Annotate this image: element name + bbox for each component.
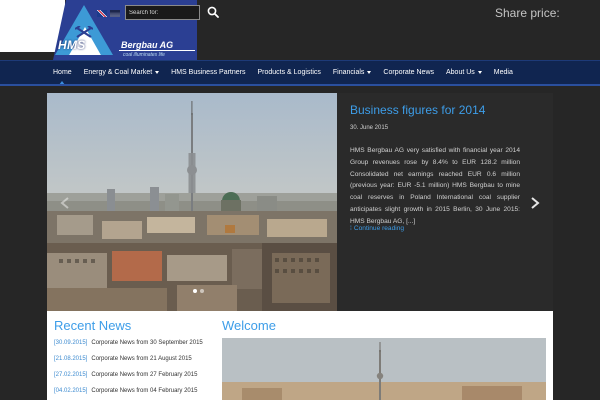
slider-next-arrow-icon[interactable] (531, 197, 540, 209)
chevron-down-icon (477, 71, 482, 74)
news-date: [21.08.2015] (54, 356, 88, 362)
nav-item-label: Media (493, 69, 513, 76)
nav-item-label: Home (53, 69, 72, 76)
nav-item-label: About Us (446, 69, 475, 76)
news-list-item[interactable]: [27.02.2015] Corporate News from 27 Febru… (54, 372, 203, 388)
chevron-down-icon (155, 71, 160, 74)
nav-item-home[interactable]: Home (47, 61, 78, 85)
share-price-label: Share price: (495, 6, 560, 20)
recent-news-heading: Recent News (54, 318, 132, 333)
continue-reading-link[interactable]: ⁞ Continue reading (350, 225, 404, 232)
continue-reading-label: Continue reading (353, 225, 405, 232)
nav-item-label: Products & Logistics (257, 69, 321, 76)
welcome-heading: Welcome (222, 318, 276, 333)
nav-item-label: Corporate News (383, 69, 434, 76)
nav-underline (0, 84, 600, 86)
news-date: [27.02.2015] (54, 372, 88, 378)
hammer-pick-icon (75, 26, 93, 38)
slide-date: 30. June 2015 (350, 125, 389, 131)
news-headline: Corporate News from 30 September 2015 (91, 340, 203, 346)
news-headline: Corporate News from 27 February 2015 (91, 372, 198, 378)
search-input[interactable] (125, 5, 200, 20)
logo-tagline: coal illuminates life (123, 52, 165, 58)
content-section: Recent News [30.09.2015] Corporate News f… (47, 311, 553, 400)
nav-item-hms-business-partners[interactable]: HMS Business Partners (165, 61, 251, 84)
nav-menu: Home Energy & Coal Market HMS Business Par… (47, 61, 519, 85)
news-headline: Corporate News from 04 February 2015 (91, 388, 198, 394)
site-header: HMS Bergbau AG coal illuminates life Sha… (0, 0, 600, 60)
slide-title[interactable]: Business figures for 2014 (350, 103, 485, 117)
news-list-item[interactable]: [04.02.2015] Corporate News from 04 Febru… (54, 388, 203, 400)
news-headline: Corporate News from 21 August 2015 (91, 356, 192, 362)
logo-divider (119, 50, 195, 51)
chevron-down-icon (367, 71, 372, 74)
slide-excerpt: HMS Bergbau AG very satisfied with finan… (350, 147, 520, 225)
english-flag-icon[interactable] (97, 10, 107, 17)
slider-dot[interactable] (200, 289, 204, 293)
slide-photo (47, 93, 337, 311)
search-icon[interactable] (207, 6, 219, 18)
slider-dot[interactable] (193, 289, 197, 293)
news-date: [04.02.2015] (54, 388, 88, 394)
nav-item-about-us[interactable]: About Us (440, 61, 488, 84)
link-marker-icon: ⁞ (350, 225, 352, 232)
nav-item-media[interactable]: Media (488, 61, 519, 84)
nav-item-corporate-news[interactable]: Corporate News (377, 61, 440, 84)
slider-prev-arrow-icon[interactable] (60, 197, 69, 209)
recent-news-list: [30.09.2015] Corporate News from 30 Septe… (54, 340, 203, 400)
nav-item-financials[interactable]: Financials (327, 61, 378, 84)
nav-item-energy-coal-market[interactable]: Energy & Coal Market (78, 61, 165, 84)
news-list-item[interactable]: [30.09.2015] Corporate News from 30 Septe… (54, 340, 203, 356)
nav-item-label: Financials (332, 69, 365, 76)
news-list-item[interactable]: [21.08.2015] Corporate News from 21 Augus… (54, 356, 203, 372)
welcome-image (222, 338, 546, 400)
berlin-skyline-image (47, 93, 337, 311)
nav-item-label: Energy & Coal Market (83, 69, 153, 76)
nav-item-products-logistics[interactable]: Products & Logistics (251, 61, 326, 84)
slider-pagination (193, 289, 204, 293)
company-name: Bergbau AG (121, 40, 174, 50)
nav-item-label: HMS Business Partners (171, 69, 246, 76)
welcome-skyline-image (222, 338, 546, 400)
german-flag-icon[interactable] (110, 10, 120, 17)
featured-slider: Business figures for 2014 30. June 2015 … (47, 93, 553, 311)
logo-text: HMS (58, 38, 86, 52)
news-date: [30.09.2015] (54, 340, 88, 346)
main-nav: Home Energy & Coal Market HMS Business Par… (0, 60, 600, 85)
